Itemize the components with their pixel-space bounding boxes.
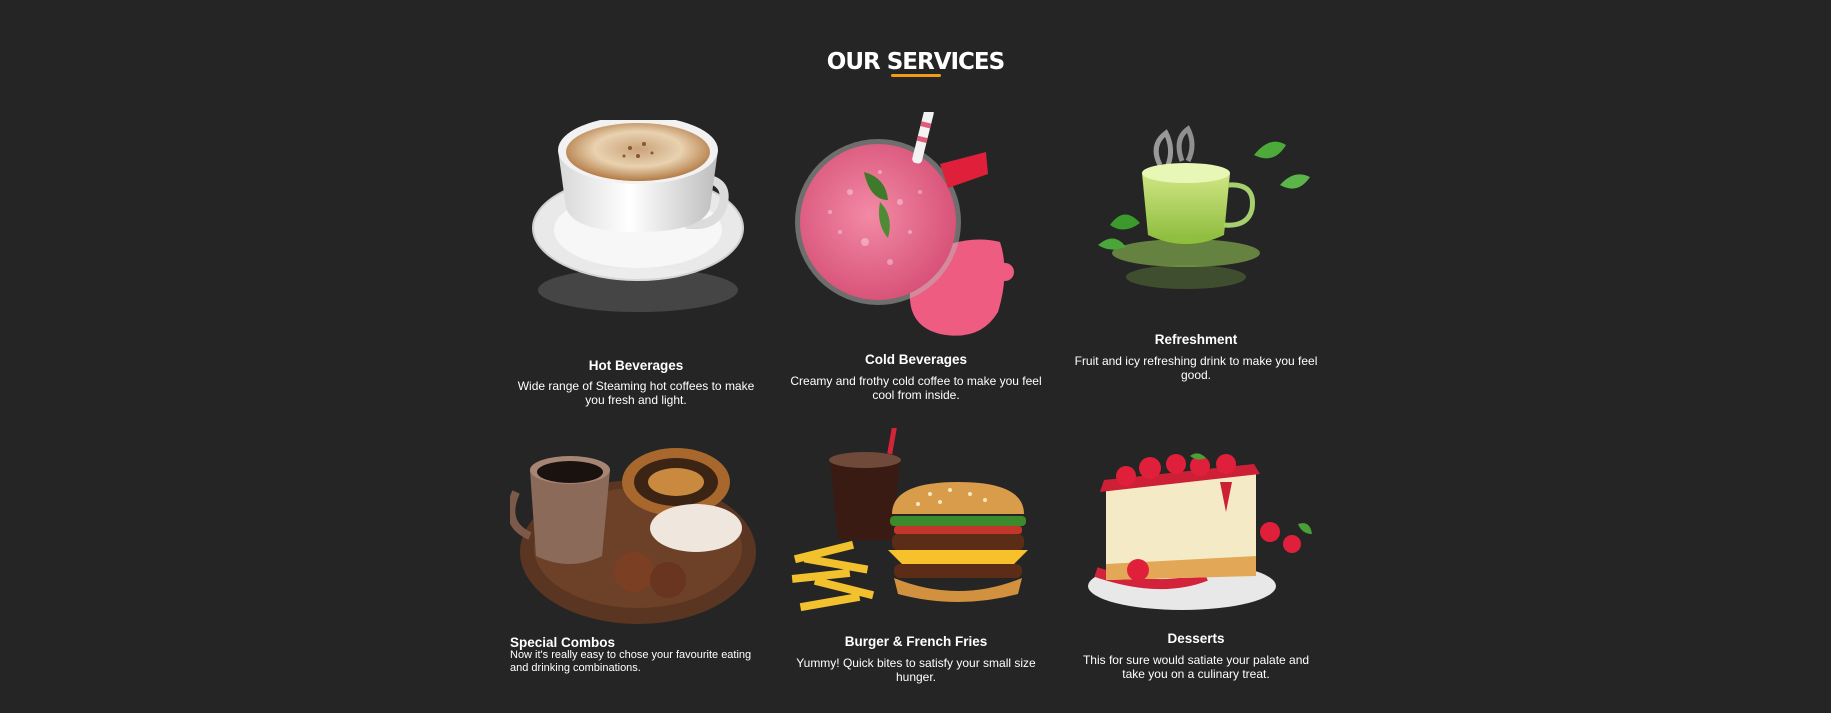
service-description: Wide range of Steaming hot coffees to ma…: [517, 379, 755, 407]
service-card-special-combos[interactable]: Special Combos Now it's really easy to c…: [510, 440, 760, 680]
burger-fries-icon: [791, 428, 1028, 612]
service-description: Fruit and icy refreshing drink to make y…: [1074, 354, 1318, 382]
cheesecake-icon: [1088, 453, 1312, 610]
smoothie-glass-icon: [795, 112, 1014, 336]
service-description: Now it's really easy to chose your favou…: [510, 649, 752, 674]
service-card-cold-beverages[interactable]: Cold Beverages Creamy and frothy cold co…: [790, 112, 1042, 412]
green-tea-icon: [1098, 125, 1310, 289]
service-card-refreshment[interactable]: Refreshment Fruit and icy refreshing dri…: [1070, 125, 1322, 385]
service-card-hot-beverages[interactable]: Hot Beverages Wide range of Steaming hot…: [510, 120, 762, 410]
coffee-cup-icon: [532, 120, 744, 312]
service-description: Yummy! Quick bites to satisfy your small…: [796, 656, 1036, 684]
service-title: Cold Beverages: [864, 352, 968, 367]
coffee-pastry-combo-icon: [510, 448, 756, 624]
service-card-burger-fries[interactable]: Burger & French Fries Yummy! Quick bites…: [790, 428, 1042, 688]
service-title: Desserts: [1167, 631, 1225, 646]
service-title: Refreshment: [1154, 332, 1238, 347]
service-description: This for sure would satiate your palate …: [1082, 653, 1310, 681]
service-description: Creamy and frothy cold coffee to make yo…: [790, 374, 1042, 402]
service-title: Hot Beverages: [588, 358, 684, 373]
service-title: Burger & French Fries: [844, 634, 988, 649]
service-card-desserts[interactable]: Desserts This for sure would satiate you…: [1070, 452, 1322, 692]
section-title: OUR SERVICES: [826, 49, 1005, 75]
title-underline: [891, 74, 941, 77]
